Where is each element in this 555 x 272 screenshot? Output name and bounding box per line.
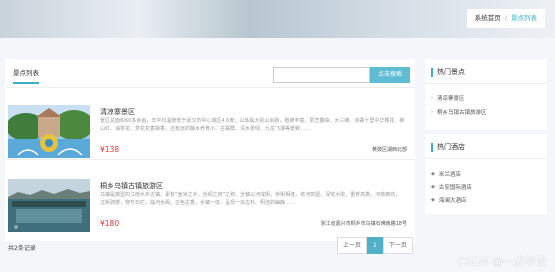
hot-spots-title: 热门景点 xyxy=(431,68,465,77)
hotel-item[interactable]: ◆ 古安国际酒店 xyxy=(431,183,472,191)
spot-image[interactable]: @ xyxy=(8,179,90,232)
search-input[interactable] xyxy=(273,67,370,83)
spot-address: 浙江省嘉兴市桐乡市乌镇石佛南路18号 xyxy=(320,221,407,227)
watermark: CSDN @一点毕设 xyxy=(457,255,547,268)
spot-price: ¥138 xyxy=(100,145,120,154)
page-button-1[interactable]: 1 xyxy=(367,237,383,254)
hotel-label[interactable]: 古安国际酒店 xyxy=(439,183,472,191)
chevron-right-icon: › xyxy=(431,109,433,115)
breadcrumb: 系统首页 / 景点列表 xyxy=(466,9,545,28)
breadcrumb-separator: / xyxy=(504,14,507,22)
tag-icon: ◆ xyxy=(431,197,435,203)
spot-price: ¥180 xyxy=(100,219,120,228)
tab-spot-list[interactable]: 景点列表 xyxy=(13,67,39,84)
card-divider xyxy=(425,83,547,84)
spot-description: 景区总面积60多余亩，年平均温度低于武汉市中心城区4.6度；山体属大别山余脉，植… xyxy=(100,118,405,132)
hotel-item[interactable]: ◆ 米兰酒店 xyxy=(431,170,461,178)
spot-address: 黄陂区湖西北部 xyxy=(371,147,407,153)
chevron-right-icon: › xyxy=(431,95,433,101)
hot-spot-label[interactable]: 桐乡乌镇古镇旅游区 xyxy=(437,108,487,116)
spot-title[interactable]: 桐乡乌镇古镇旅游区 xyxy=(100,181,163,191)
svg-text:@: @ xyxy=(14,224,18,229)
list-item[interactable]: 清凉寨景区 景区总面积60多余亩，年平均温度低于武汉市中心城区4.6度；山体属大… xyxy=(8,105,411,160)
hot-hotels-title: 热门酒店 xyxy=(431,143,465,152)
hotel-label[interactable]: 海澜大酒店 xyxy=(439,196,467,204)
pagination: 上一页 1 下一页 xyxy=(337,237,413,254)
hot-spots-card: 热门景点 › 清凉寨景区 › 桐乡乌镇古镇旅游区 xyxy=(425,59,547,130)
hot-spot-item[interactable]: › 桐乡乌镇古镇旅游区 xyxy=(431,108,487,116)
hotel-label[interactable]: 米兰酒店 xyxy=(439,170,461,178)
tag-icon: ◆ xyxy=(431,171,435,177)
total-count: 共2条记录 xyxy=(8,245,36,252)
spot-list-panel: 景点列表 点击搜索 清凉寨景区 景区总面积60多余亩，年平均温度低于武汉市中心城… xyxy=(5,59,415,241)
search-button[interactable]: 点击搜索 xyxy=(370,67,410,83)
spot-description: 乌镇是典型的江南水乡古镇，素有“鱼米之乡，丝绸之府”之称。全镇以河成街，桥街相连… xyxy=(100,192,401,206)
tag-icon: ◆ xyxy=(431,184,435,190)
card-divider xyxy=(425,158,547,159)
spot-title[interactable]: 清凉寨景区 xyxy=(100,107,135,117)
item-divider xyxy=(5,159,415,160)
list-item[interactable]: @ 桐乡乌镇古镇旅游区 乌镇是典型的江南水乡古镇，素有“鱼米之乡，丝绸之府”之称… xyxy=(8,179,411,234)
hot-hotels-card: 热门酒店 ◆ 米兰酒店 ◆ 古安国际酒店 ◆ 海澜大酒店 xyxy=(425,134,547,214)
hot-spot-item[interactable]: › 清凉寨景区 xyxy=(431,94,465,102)
hotel-item[interactable]: ◆ 海澜大酒店 xyxy=(431,196,466,204)
spot-image[interactable] xyxy=(8,105,90,158)
breadcrumb-current: 景点列表 xyxy=(511,14,537,22)
hot-spot-label[interactable]: 清凉寨景区 xyxy=(437,94,465,102)
prev-page-button[interactable]: 上一页 xyxy=(337,237,368,254)
tab-divider xyxy=(5,87,415,88)
next-page-button[interactable]: 下一页 xyxy=(382,237,413,254)
breadcrumb-home[interactable]: 系统首页 xyxy=(475,9,501,28)
